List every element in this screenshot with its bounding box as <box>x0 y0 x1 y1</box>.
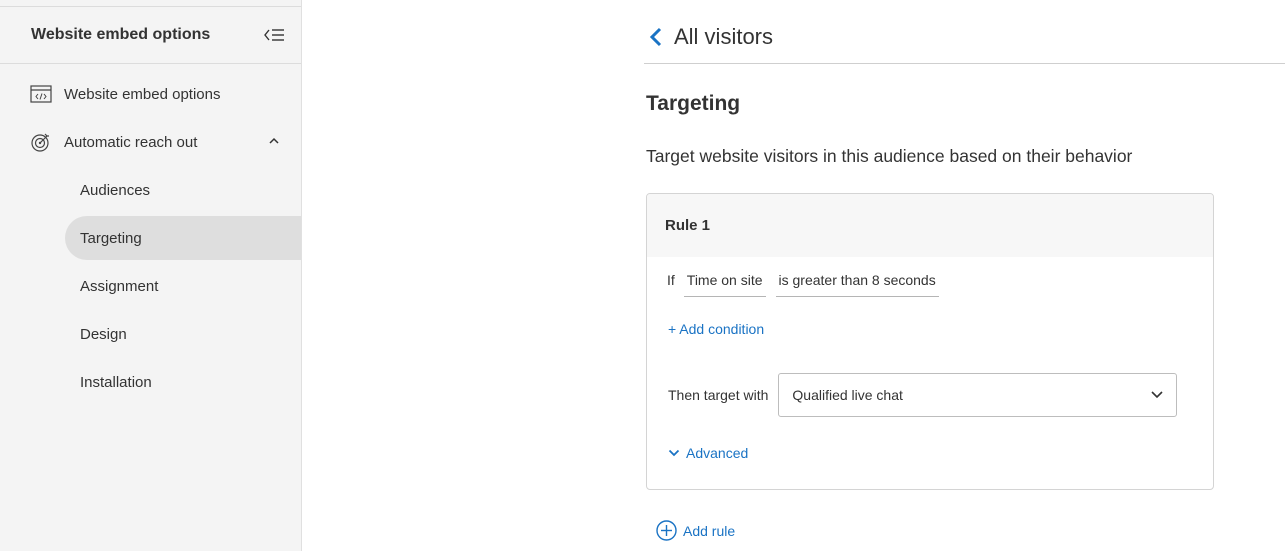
code-window-icon <box>30 84 52 104</box>
sidebar-item-design[interactable]: Design <box>0 310 301 358</box>
sidebar-item-label: Automatic reach out <box>64 133 198 151</box>
sidebar-nav: Website embed options Automatic reach ou… <box>0 64 301 406</box>
add-rule-button[interactable]: Add rule <box>656 520 735 541</box>
advanced-label: Advanced <box>686 445 749 461</box>
chevron-down-icon <box>1151 391 1163 399</box>
target-row: Then target with Qualified live chat <box>668 373 1178 417</box>
sidebar-item-installation[interactable]: Installation <box>0 358 301 406</box>
sidebar-item-label: Audiences <box>80 181 151 199</box>
add-rule-label: Add rule <box>683 522 736 539</box>
target-select-value: Qualified live chat <box>792 387 903 403</box>
page-title: Targeting <box>646 92 741 115</box>
rule-title: Rule 1 <box>647 194 1213 257</box>
sidebar-item-automatic-reach-out[interactable]: Automatic reach out <box>0 118 301 166</box>
target-icon <box>30 132 52 152</box>
condition-operator-select[interactable]: is greater than 8 seconds <box>775 270 939 297</box>
rule-card: Rule 1 If Time on site is greater than 8… <box>646 193 1214 490</box>
sidebar-item-website-embed-options[interactable]: Website embed options <box>0 70 301 118</box>
sidebar-item-label: Website embed options <box>64 85 221 103</box>
advanced-toggle[interactable]: Advanced <box>668 445 748 461</box>
chevron-left-icon <box>649 27 662 47</box>
sidebar-item-label: Design <box>80 325 127 343</box>
sidebar-item-targeting[interactable]: Targeting <box>65 216 301 260</box>
add-condition-link[interactable]: + Add condition <box>668 321 764 337</box>
collapse-sidebar-icon[interactable] <box>263 26 285 44</box>
sidebar-item-assignment[interactable]: Assignment <box>0 262 301 310</box>
chevron-down-icon <box>668 449 680 457</box>
sidebar-header: Website embed options <box>0 6 301 64</box>
sidebar-item-label: Assignment <box>80 277 159 295</box>
condition-field-select[interactable]: Time on site <box>683 270 766 297</box>
chevron-up-icon[interactable] <box>267 134 281 148</box>
back-link[interactable]: All visitors <box>646 20 1285 54</box>
page-description: Target website visitors in this audience… <box>646 146 1133 166</box>
sidebar-item-label: Targeting <box>80 229 142 247</box>
sidebar-item-label: Installation <box>80 373 152 391</box>
target-select[interactable]: Qualified live chat <box>778 373 1178 417</box>
condition-row: If Time on site is greater than 8 second… <box>667 264 949 297</box>
divider <box>644 63 1285 64</box>
sidebar-title: Website embed options <box>31 26 211 43</box>
condition-if-label: If <box>667 272 675 288</box>
plus-circle-icon <box>656 520 677 541</box>
then-target-label: Then target with <box>668 387 769 403</box>
back-label: All visitors <box>674 24 774 49</box>
sidebar-item-audiences[interactable]: Audiences <box>0 166 301 214</box>
main-content: All visitors Targeting Target website vi… <box>644 0 1285 551</box>
sidebar: Website embed options Website embed opti… <box>0 0 302 551</box>
